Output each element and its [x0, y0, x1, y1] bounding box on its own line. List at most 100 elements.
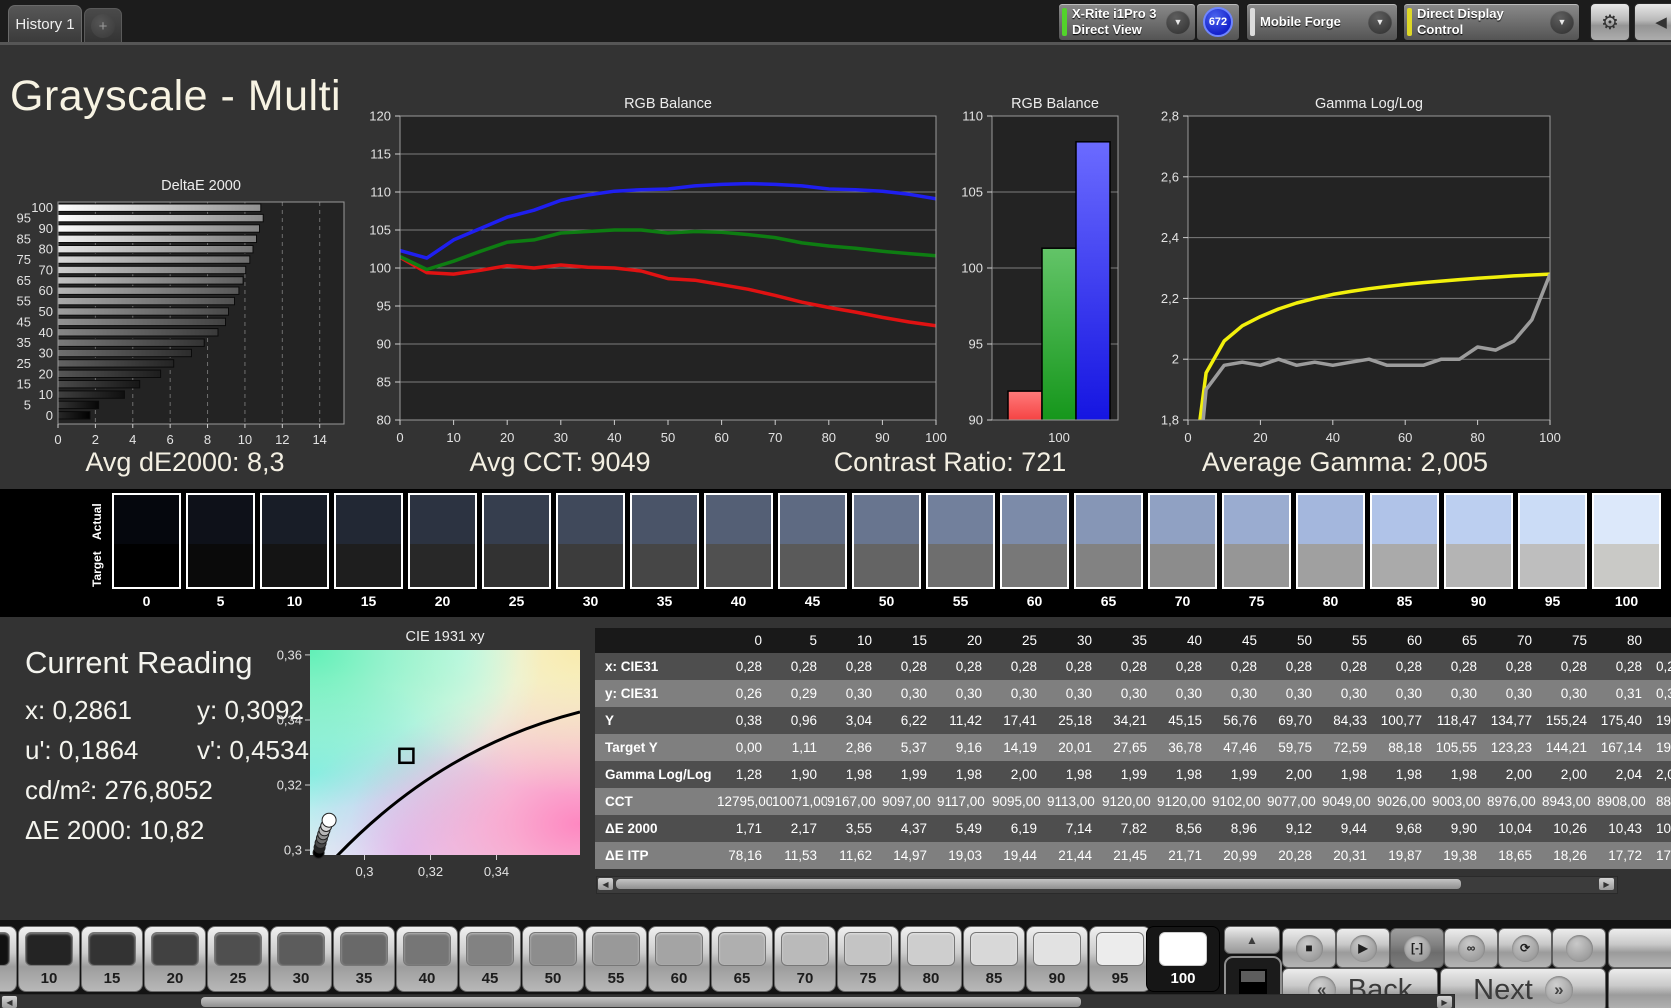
- level-button-35[interactable]: 35: [333, 926, 395, 992]
- actual-color-patch: [1002, 495, 1067, 544]
- pattern-source-dropdown[interactable]: Mobile Forge ▼: [1246, 3, 1398, 41]
- level-patch: [25, 932, 73, 966]
- grayscale-swatch-strip: Actual Target 0 5 10 15 20 25 30 35 40 45 50 55 60 65…: [0, 489, 1671, 617]
- actual-color-patch: [484, 495, 549, 544]
- svg-text:90: 90: [39, 221, 53, 236]
- swatch-level-label: 80: [1322, 593, 1339, 609]
- level-button-95[interactable]: 95: [1089, 926, 1151, 992]
- table-cell: 7,82: [1120, 821, 1147, 836]
- table-cell: 21,44: [1058, 848, 1092, 863]
- extra-button[interactable]: [1552, 928, 1606, 968]
- table-cell: 20,28: [1278, 848, 1312, 863]
- target-color-patch: [1446, 543, 1511, 587]
- chevron-down-icon[interactable]: ▼: [1550, 10, 1574, 34]
- window-size-button[interactable]: [-]: [1390, 928, 1444, 968]
- svg-text:115: 115: [370, 147, 391, 162]
- level-patch: [1159, 932, 1207, 966]
- table-cell: 0,28: [1230, 659, 1257, 674]
- grayscale-swatch-0: 0: [112, 493, 181, 609]
- meter-reading-badge: 672: [1203, 7, 1233, 37]
- add-tab-button[interactable]: +: [84, 8, 122, 43]
- chevron-down-icon[interactable]: ▼: [1166, 10, 1190, 34]
- table-cell: 9102,00: [1212, 794, 1261, 809]
- level-patch: [907, 932, 955, 966]
- history-tab[interactable]: History 1: [8, 5, 82, 43]
- table-cell: 9117,00: [937, 794, 985, 809]
- table-cell: 2,04: [1615, 767, 1642, 782]
- svg-text:120: 120: [369, 109, 391, 124]
- target-color-patch: [484, 543, 549, 587]
- scroll-right-icon[interactable]: ▶: [1437, 996, 1452, 1008]
- svg-text:60: 60: [39, 283, 53, 298]
- svg-text:100: 100: [1539, 430, 1561, 445]
- stop-button[interactable]: ■: [1282, 928, 1336, 968]
- svg-text:90: 90: [377, 337, 391, 352]
- continuous-button[interactable]: ∞: [1444, 928, 1498, 968]
- svg-text:100: 100: [369, 261, 391, 276]
- svg-text:0: 0: [396, 430, 403, 445]
- svg-text:1,8: 1,8: [1161, 413, 1179, 428]
- level-button-55[interactable]: 55: [585, 926, 647, 992]
- table-cell: 0,96: [790, 713, 817, 728]
- svg-text:80: 80: [1470, 430, 1484, 445]
- level-label: 50: [544, 970, 562, 987]
- table-cell: 0,31: [1615, 686, 1642, 701]
- pattern-up-button[interactable]: ▲: [1224, 926, 1280, 954]
- table-cell: 9,16: [955, 740, 982, 755]
- table-row-label: ΔE 2000: [605, 821, 658, 836]
- level-button-25[interactable]: 25: [207, 926, 269, 992]
- clipped-transport-button[interactable]: [1608, 928, 1671, 968]
- svg-text:2,2: 2,2: [1161, 291, 1179, 306]
- level-button-partial[interactable]: [0, 926, 17, 992]
- table-cell-clipped: 0,3: [1656, 686, 1671, 701]
- table-scrollbar-thumb[interactable]: [616, 879, 1461, 889]
- level-button-40[interactable]: 40: [396, 926, 458, 992]
- level-button-10[interactable]: 10: [18, 926, 80, 992]
- target-color-patch: [854, 543, 919, 587]
- level-button-20[interactable]: 20: [144, 926, 206, 992]
- chevron-down-icon[interactable]: ▼: [1368, 10, 1392, 34]
- next-button[interactable]: Next »: [1440, 968, 1606, 1008]
- table-cell: 45,15: [1168, 713, 1202, 728]
- level-button-60[interactable]: 60: [648, 926, 710, 992]
- collapse-panel-button[interactable]: ◀: [1634, 3, 1671, 41]
- actual-color-patch: [928, 495, 993, 544]
- clipped-nav-button[interactable]: [1608, 968, 1671, 1008]
- level-button-90[interactable]: 90: [1026, 926, 1088, 992]
- play-button[interactable]: ▶: [1336, 928, 1390, 968]
- actual-color-patch: [1520, 495, 1585, 544]
- scroll-left-icon[interactable]: ◀: [2, 996, 17, 1008]
- level-button-70[interactable]: 70: [774, 926, 836, 992]
- target-color-patch: [336, 543, 401, 587]
- level-button-15[interactable]: 15: [81, 926, 143, 992]
- display-control-dropdown[interactable]: Direct Display Control ▼: [1403, 3, 1580, 41]
- table-cell-clipped: 17,: [1656, 848, 1671, 863]
- level-button-80[interactable]: 80: [900, 926, 962, 992]
- level-button-50[interactable]: 50: [522, 926, 584, 992]
- level-strip-scrollbar[interactable]: ◀ ▶: [0, 994, 1455, 1008]
- table-cell: 155,24: [1545, 713, 1587, 728]
- level-button-65[interactable]: 65: [711, 926, 773, 992]
- settings-button[interactable]: ⚙: [1590, 3, 1630, 41]
- level-button-100[interactable]: 100: [1146, 926, 1220, 992]
- swatch-level-label: 65: [1100, 593, 1117, 609]
- level-button-45[interactable]: 45: [459, 926, 521, 992]
- level-button-30[interactable]: 30: [270, 926, 332, 992]
- scroll-left-icon[interactable]: ◀: [598, 878, 613, 890]
- level-scrollbar-thumb[interactable]: [201, 997, 1081, 1007]
- table-scrollbar[interactable]: ◀ ▶: [596, 876, 1618, 894]
- grayscale-swatch-25: 25: [482, 493, 551, 609]
- table-cell: 0,28: [1010, 659, 1037, 674]
- meter-dropdown[interactable]: X-Rite i1Pro 3 Direct View ▼: [1058, 3, 1196, 41]
- level-button-85[interactable]: 85: [963, 926, 1025, 992]
- table-cell-clipped: 19: [1656, 740, 1671, 755]
- refresh-button[interactable]: ⟳: [1498, 928, 1552, 968]
- svg-text:0,3: 0,3: [284, 843, 302, 858]
- table-col-header: 5: [809, 633, 817, 648]
- table-cell: 56,76: [1223, 713, 1257, 728]
- level-patch: [655, 932, 703, 966]
- level-button-75[interactable]: 75: [837, 926, 899, 992]
- scroll-right-icon[interactable]: ▶: [1599, 878, 1614, 890]
- svg-text:110: 110: [370, 185, 391, 200]
- svg-text:10: 10: [238, 432, 252, 447]
